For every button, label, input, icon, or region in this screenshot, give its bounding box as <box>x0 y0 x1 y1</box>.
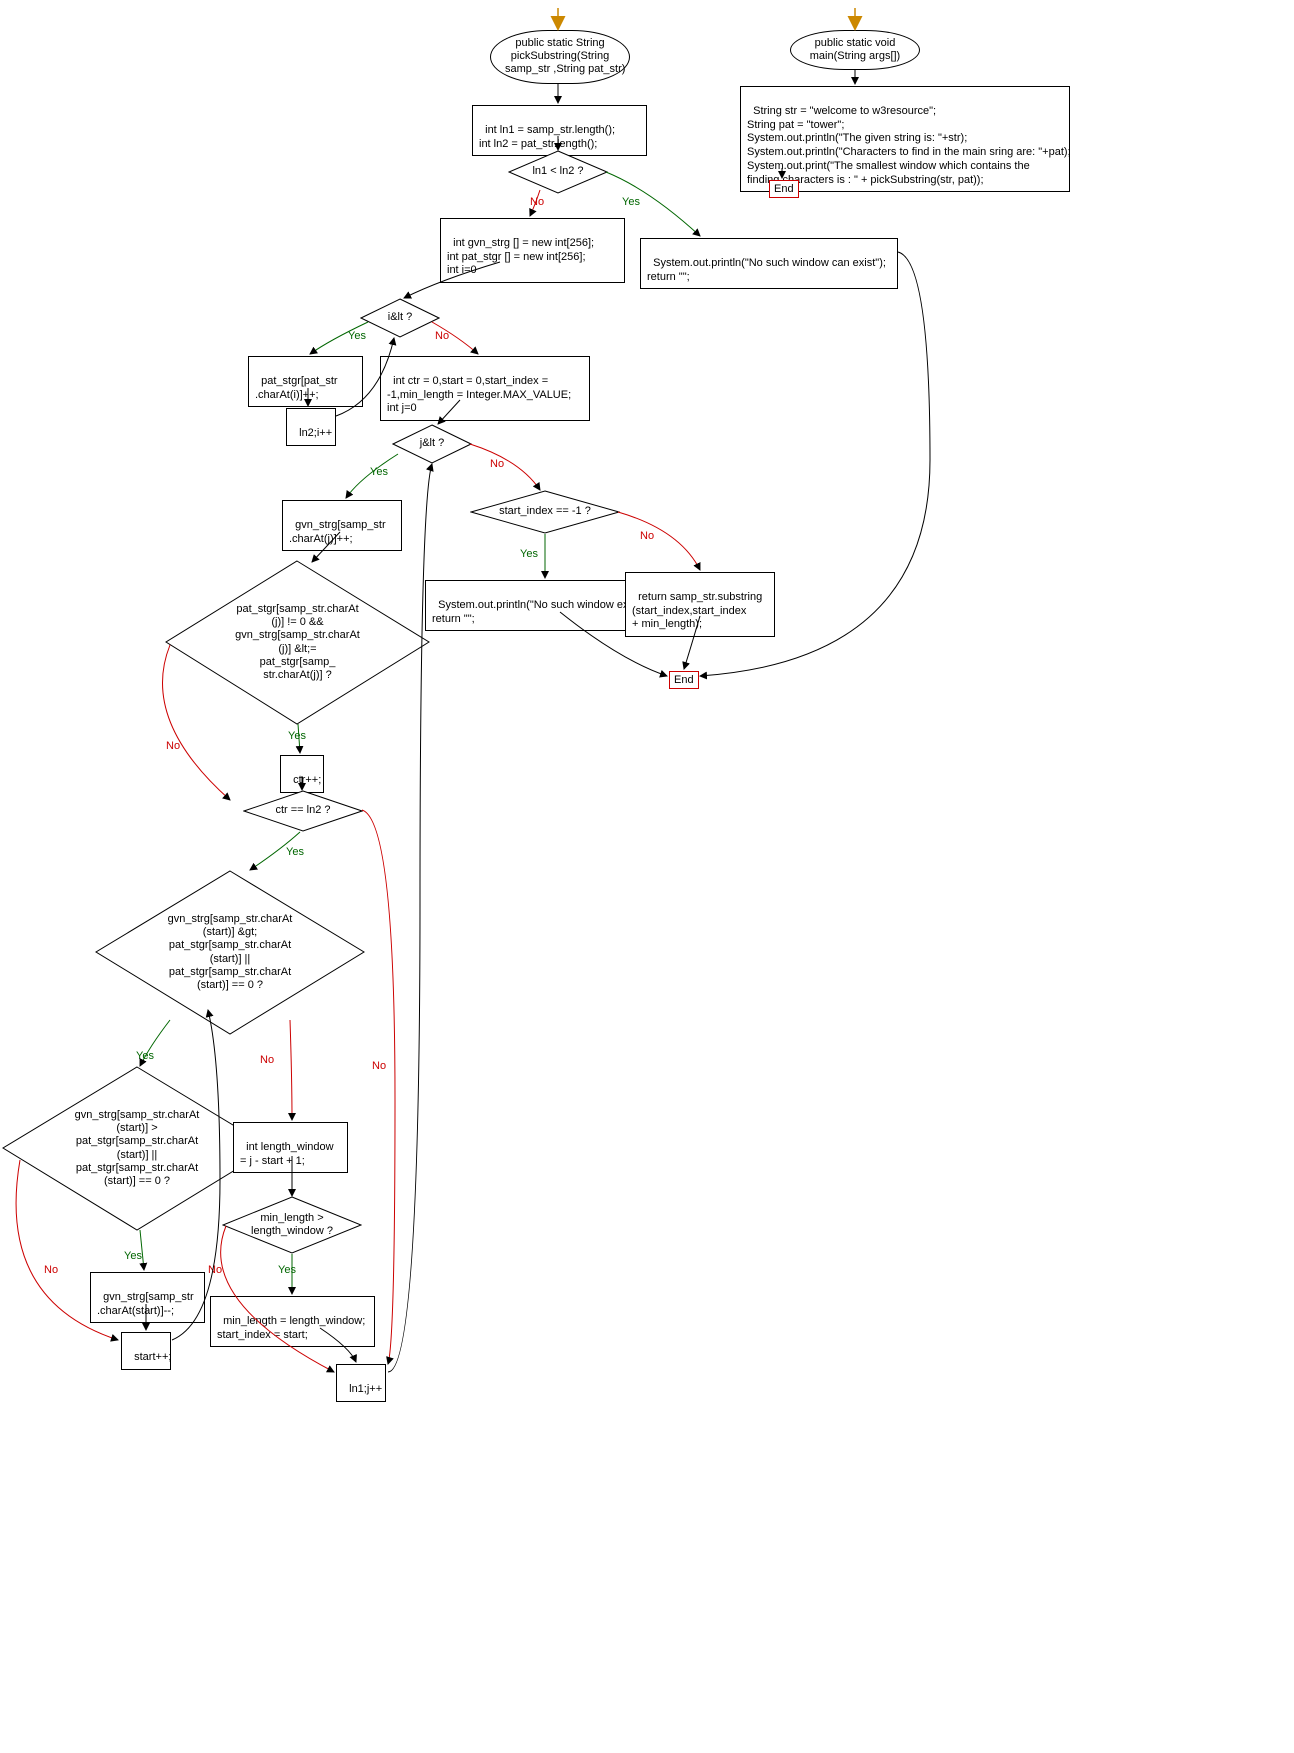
end-node-main-label: End <box>774 183 794 195</box>
edge-d5-yes: Yes <box>288 730 306 742</box>
process-p2: int gvn_strg [] = new int[256]; int pat_… <box>440 218 625 283</box>
process-p8-text: System.out.println("No such window exist… <box>432 599 656 625</box>
process-p1: int ln1 = samp_str.length(); int ln2 = p… <box>472 105 647 156</box>
decision-d6-label: ctr == ln2 ? <box>243 790 363 832</box>
process-p12-text: start++; <box>134 1351 171 1363</box>
terminator-main-label: public static void main(String args[]) <box>810 37 900 62</box>
end-node-pickSubstring: End <box>669 671 699 689</box>
process-p7-text: gvn_strg[samp_str .charAt(j)]++; <box>289 519 386 545</box>
process-main-body: String str = "welcome to w3resource"; St… <box>740 86 1070 192</box>
decision-d9-label: min_length > length_window ? <box>222 1196 362 1254</box>
process-p2-text: int gvn_strg [] = new int[256]; int pat_… <box>447 237 594 277</box>
decision-d6: ctr == ln2 ? <box>243 790 363 832</box>
process-p15-text: ln1;j++ <box>349 1383 382 1395</box>
process-p10: ctr++; <box>280 755 324 793</box>
process-p14-text: min_length = length_window; start_index … <box>217 1315 365 1341</box>
edge-d4-no: No <box>640 530 654 542</box>
process-p7: gvn_strg[samp_str .charAt(j)]++; <box>282 500 402 551</box>
edge-d6-no: No <box>372 1060 386 1072</box>
end-node-main: End <box>769 180 799 198</box>
edge-d3-yes: Yes <box>370 466 388 478</box>
process-p15: ln1;j++ <box>336 1364 386 1402</box>
terminator-pickSubstring-label: public static String pickSubstring(Strin… <box>505 37 625 75</box>
process-p9: return samp_str.substring (start_index,s… <box>625 572 775 637</box>
decision-d5-label: pat_stgr[samp_str.charAt (j)] != 0 && gv… <box>165 560 430 725</box>
edge-d8-no: No <box>44 1264 58 1276</box>
decision-d4: start_index == -1 ? <box>470 490 620 534</box>
edge-d9-yes: Yes <box>278 1264 296 1276</box>
decision-d3: j&lt ? <box>392 424 472 464</box>
edge-d8-yes: Yes <box>124 1250 142 1262</box>
decision-d1: ln1 < ln2 ? <box>508 150 608 194</box>
decision-d3-label: j&lt ? <box>392 424 472 464</box>
decision-d7: gvn_strg[samp_str.charAt (start)] &gt; p… <box>95 870 365 1035</box>
process-p3-text: System.out.println("No such window can e… <box>647 257 886 283</box>
edge-d9-no: No <box>208 1264 222 1276</box>
edge-d5-no: No <box>166 740 180 752</box>
process-p9-text: return samp_str.substring (start_index,s… <box>632 591 762 631</box>
process-p4-text: pat_stgr[pat_str .charAt(i)]++; <box>255 375 338 401</box>
end-node-pickSubstring-label: End <box>674 674 694 686</box>
process-p11: gvn_strg[samp_str .charAt(start)]--; <box>90 1272 205 1323</box>
edge-d4-yes: Yes <box>520 548 538 560</box>
edge-d7-no: No <box>260 1054 274 1066</box>
process-p3: System.out.println("No such window can e… <box>640 238 898 289</box>
process-p10-text: ctr++; <box>293 774 321 786</box>
process-p4: pat_stgr[pat_str .charAt(i)]++; <box>248 356 363 407</box>
edge-d1-no: No <box>530 196 544 208</box>
edge-d6-yes: Yes <box>286 846 304 858</box>
process-p1-text: int ln1 = samp_str.length(); int ln2 = p… <box>479 124 615 150</box>
decision-d4-label: start_index == -1 ? <box>470 490 620 534</box>
decision-d1-label: ln1 < ln2 ? <box>508 150 608 194</box>
terminator-main: public static void main(String args[]) <box>790 30 920 70</box>
process-p14: min_length = length_window; start_index … <box>210 1296 375 1347</box>
process-p12: start++; <box>121 1332 171 1370</box>
edge-d1-yes: Yes <box>622 196 640 208</box>
process-p6-text: int ctr = 0,start = 0,start_index = -1,m… <box>387 375 571 415</box>
edge-d7-yes: Yes <box>136 1050 154 1062</box>
terminator-pickSubstring: public static String pickSubstring(Strin… <box>490 30 630 84</box>
process-p6: int ctr = 0,start = 0,start_index = -1,m… <box>380 356 590 421</box>
decision-d2-label: i&lt ? <box>360 298 440 338</box>
decision-d9: min_length > length_window ? <box>222 1196 362 1254</box>
decision-d7-label: gvn_strg[samp_str.charAt (start)] &gt; p… <box>95 870 365 1035</box>
edge-d3-no: No <box>490 458 504 470</box>
decision-d2: i&lt ? <box>360 298 440 338</box>
decision-d5: pat_stgr[samp_str.charAt (j)] != 0 && gv… <box>165 560 430 725</box>
process-p11-text: gvn_strg[samp_str .charAt(start)]--; <box>97 1291 194 1317</box>
process-p5-text: ln2;i++ <box>299 427 332 439</box>
process-p5: ln2;i++ <box>286 408 336 446</box>
process-main-body-text: String str = "welcome to w3resource"; St… <box>747 105 1071 186</box>
